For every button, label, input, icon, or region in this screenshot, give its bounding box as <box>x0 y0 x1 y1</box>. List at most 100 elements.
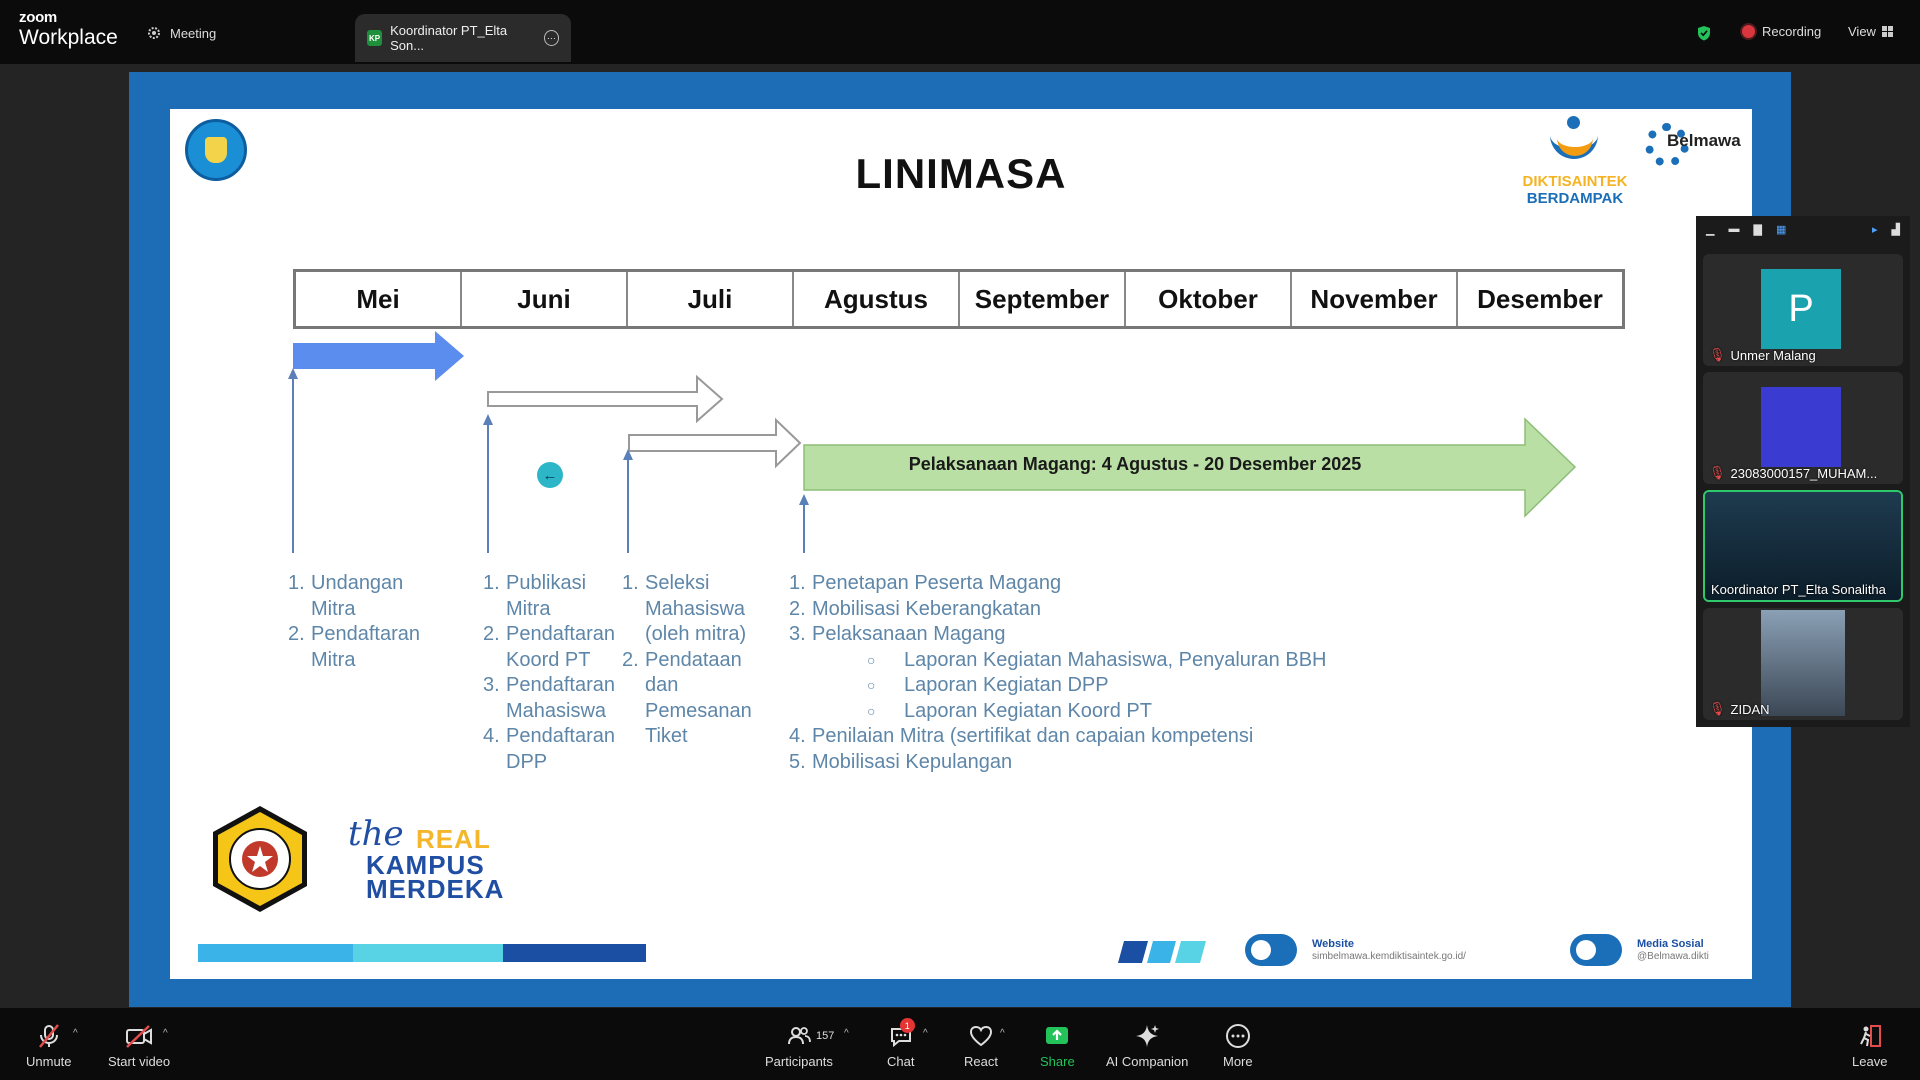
agustus-desember-activities: 1. Penetapan Peserta Magang 2. Mobilisasi … <box>789 571 1489 775</box>
participant-name: ZIDAN <box>1730 701 1770 717</box>
audio-options-chevron-icon[interactable]: ^ <box>73 1028 78 1039</box>
participant-tile-active-speaker[interactable]: Koordinator PT_Elta Sonalitha <box>1703 490 1903 602</box>
unmute-button[interactable]: Unmute <box>26 1022 72 1069</box>
start-video-label: Start video <box>108 1054 171 1069</box>
zoom-logo: zoom Workplace <box>19 10 118 48</box>
speaker-view-icon[interactable]: ▇ <box>1753 223 1761 236</box>
recording-label: Recording <box>1762 24 1822 39</box>
social-media-icon <box>1570 934 1622 966</box>
gallery-view-icon[interactable]: ▦ <box>1776 223 1786 236</box>
color-bar <box>198 944 646 962</box>
juni-activities: 1. Publikasi Mitra 2. Pendaftaran Koord PT… <box>483 571 633 775</box>
more-button[interactable]: More <box>1223 1022 1253 1069</box>
list-item: 4. Pendaftaran DPP <box>483 725 615 773</box>
magang-label: Pelaksanaan Magang: 4 Agustus - 20 Desem… <box>908 454 1362 474</box>
more-icon <box>1225 1024 1250 1048</box>
participant-gallery[interactable]: ▁ ▬ ▇ ▦ ▸ ▟ P 🎙 Unmer Malang 🎙 23083000157… <box>1696 216 1910 727</box>
footer-social-handle: @Belmawa.dikti <box>1637 951 1709 962</box>
participants-options-chevron-icon[interactable]: ^ <box>844 1028 849 1039</box>
juni-arrow <box>487 374 724 424</box>
security-shield-icon[interactable] <box>1697 25 1711 41</box>
ai-companion-button[interactable]: AI Companion <box>1106 1022 1188 1069</box>
pop-out-icon[interactable]: ▟ <box>1892 223 1900 236</box>
muted-microphone-icon <box>38 1024 59 1048</box>
recording-indicator[interactable]: Recording <box>1742 24 1821 39</box>
list-item: 3. Pendaftaran Mahasiswa <box>483 674 615 722</box>
avatar <box>1761 387 1841 467</box>
list-item: 4. Penilaian Mitra (sertifikat dan capaia… <box>789 725 1254 747</box>
list-item: 2. Mobilisasi Keberangkatan <box>789 597 1042 620</box>
muted-mic-icon: 🎙 <box>1709 701 1726 716</box>
react-button[interactable]: React <box>964 1022 998 1069</box>
share-label: Share <box>1040 1054 1075 1069</box>
chat-unread-badge: 1 <box>899 1018 915 1033</box>
footer-website-url: simbelmawa.kemdiktisaintek.go.id/ <box>1312 951 1466 962</box>
muted-mic-icon: 🎙 <box>1709 347 1726 362</box>
participant-video <box>1761 610 1845 716</box>
kampus-merdeka-logo: the REAL KAMPUS MERDEKA <box>348 814 505 904</box>
start-video-button[interactable]: Start video <box>108 1022 170 1069</box>
more-label: More <box>1223 1054 1253 1069</box>
sub-list-item: ○ Laporan Kegiatan Koord PT <box>867 699 1152 722</box>
leave-label: Leave <box>1852 1054 1888 1069</box>
mei-activities: 1. Undangan Mitra 2. Pendaftaran Mitra <box>288 571 438 673</box>
meeting-controls: Unmute ^ Start video ^ Participants 157 … <box>0 1008 1920 1080</box>
grid-view-icon <box>1881 26 1893 37</box>
muted-mic-icon: 🎙 <box>1709 465 1726 480</box>
next-page-icon[interactable]: ▸ <box>1872 223 1878 236</box>
leave-door-icon <box>1859 1025 1881 1047</box>
brand-top: zoom <box>19 9 57 26</box>
recording-dot-icon <box>1742 25 1755 38</box>
annotation-cursor-icon: ← <box>537 462 563 488</box>
presentation-slide: LINIMASA DIKTISAINTEK BERDAMPAK Belmawa … <box>170 109 1752 979</box>
participant-name: 23083000157_MUHAM... <box>1730 465 1878 481</box>
title-bar: zoom Workplace Meeting KP Koordinator PT… <box>0 0 1920 64</box>
footer-social-title: Media Sosial <box>1637 938 1704 950</box>
footer-website-title: Website <box>1312 938 1354 950</box>
chat-options-chevron-icon[interactable]: ^ <box>923 1028 928 1039</box>
participants-count: 157 <box>816 1030 835 1042</box>
leave-button[interactable]: Leave <box>1852 1022 1887 1069</box>
unmute-label: Unmute <box>26 1054 72 1069</box>
share-button[interactable]: Share <box>1040 1022 1075 1069</box>
chat-button[interactable]: 1 Chat <box>887 1018 915 1069</box>
meeting-gear-icon <box>148 27 160 39</box>
chat-label: Chat <box>887 1054 915 1069</box>
list-item: 3. Pelaksanaan Magang <box>789 623 1006 645</box>
juli-arrow <box>628 417 802 469</box>
heart-icon <box>969 1025 992 1047</box>
react-options-chevron-icon[interactable]: ^ <box>1000 1028 1005 1039</box>
video-options-chevron-icon[interactable]: ^ <box>163 1028 168 1039</box>
more-options-icon[interactable]: ··· <box>543 30 559 46</box>
decorative-stripes <box>1118 941 1206 963</box>
view-button[interactable]: View <box>1848 24 1893 39</box>
juli-activities: 1. Seleksi Mahasiswa (oleh mitra) 2. Penda… <box>622 571 772 750</box>
list-item: 2. Pendaftaran Koord PT <box>483 623 615 671</box>
video-off-icon <box>126 1025 153 1048</box>
list-item: 1. Seleksi Mahasiswa (oleh mitra) <box>622 572 747 645</box>
ai-sparkle-icon <box>1136 1025 1160 1047</box>
sub-list-item: ○ Laporan Kegiatan Mahasiswa, Penyaluran … <box>867 648 1327 671</box>
universitas-merdeka-logo <box>213 806 307 912</box>
share-screen-icon <box>1046 1027 1069 1044</box>
participant-tile[interactable]: P 🎙 Unmer Malang <box>1703 254 1903 366</box>
website-globe-icon <box>1245 934 1297 966</box>
avatar: P <box>1761 269 1841 349</box>
react-label: React <box>964 1054 998 1069</box>
ai-companion-label: AI Companion <box>1106 1054 1189 1069</box>
list-item: 1. Publikasi Mitra <box>483 572 587 620</box>
brand-bottom: Workplace <box>19 26 118 49</box>
participants-label: Participants <box>765 1054 833 1069</box>
meeting-tab-label: Meeting <box>170 25 217 41</box>
participant-tile[interactable]: 🎙 23083000157_MUHAM... <box>1703 372 1903 484</box>
participant-name: Koordinator PT_Elta Sonalitha <box>1711 582 1886 597</box>
share-tab[interactable]: KP Koordinator PT_Elta Son... ··· <box>355 14 571 62</box>
participant-tile[interactable]: 🎙 ZIDAN <box>1703 608 1903 720</box>
minimize-icon[interactable]: ▁ <box>1706 223 1714 236</box>
view-label: View <box>1848 24 1876 39</box>
meeting-tab[interactable]: Meeting <box>146 25 216 41</box>
thumbnail-view-icon[interactable]: ▬ <box>1728 223 1739 235</box>
list-item: 1. Undangan Mitra <box>288 572 404 620</box>
list-item: 5. Mobilisasi Kepulangan <box>789 750 1013 773</box>
mei-arrow <box>293 331 464 381</box>
